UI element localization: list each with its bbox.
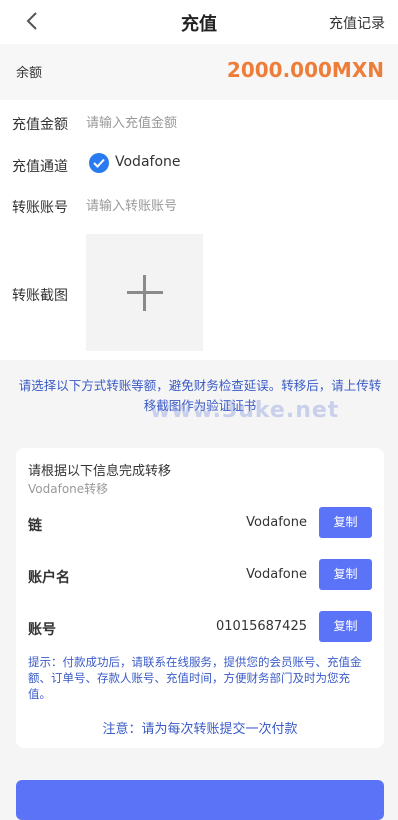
- channel-option-vodafone[interactable]: Vodafone: [115, 154, 181, 170]
- account-number-value: 01015687425: [216, 619, 307, 634]
- payment-note: 注意：请为每次转账提交一次付款: [102, 722, 298, 737]
- screenshot-upload-button[interactable]: [86, 234, 203, 351]
- copy-chain-button[interactable]: 复制: [319, 507, 372, 538]
- balance-value: 2000.000MXN: [226, 58, 384, 82]
- balance-row: 余额 2000.000MXN: [0, 44, 398, 100]
- chain-value: Vodafone: [246, 515, 307, 530]
- submit-button[interactable]: [16, 780, 384, 820]
- card-subtitle: Vodafone转移: [28, 482, 109, 496]
- chain-label: 链: [28, 518, 42, 534]
- transfer-info-card: 请根据以下信息完成转移 Vodafone转移 链 Vodafone 复制 账户名…: [16, 448, 384, 748]
- payment-tip: 提示：付款成功后，请联系在线服务，提供您的会员账号、充值金额、订单号、存款人账号…: [28, 655, 362, 701]
- amount-label: 充值金额: [12, 117, 68, 133]
- account-name-label: 账户名: [28, 570, 70, 586]
- top-bar: 充值 充值记录: [0, 0, 398, 44]
- transfer-account-input[interactable]: 请输入转账账号: [86, 195, 177, 214]
- channel-label: 充值通道: [12, 159, 68, 175]
- recharge-form: 充值金额 请输入充值金额 充值通道 Vodafone 转账账号 请输入转账账号 …: [0, 100, 398, 360]
- transfer-account-label: 转账账号: [12, 200, 68, 216]
- copy-account-name-button[interactable]: 复制: [319, 559, 372, 590]
- amount-input[interactable]: 请输入充值金额: [86, 112, 177, 131]
- screenshot-label: 转账截图: [12, 288, 68, 304]
- watermark: www.3uke.net: [150, 398, 340, 423]
- balance-label: 余额: [16, 66, 43, 81]
- checkmark-icon[interactable]: [89, 153, 109, 173]
- recharge-records-link[interactable]: 充值记录: [329, 13, 385, 33]
- account-number-label: 账号: [28, 622, 56, 638]
- copy-account-number-button[interactable]: 复制: [319, 611, 372, 642]
- account-name-value: Vodafone: [246, 567, 307, 582]
- card-title: 请根据以下信息完成转移: [28, 464, 172, 479]
